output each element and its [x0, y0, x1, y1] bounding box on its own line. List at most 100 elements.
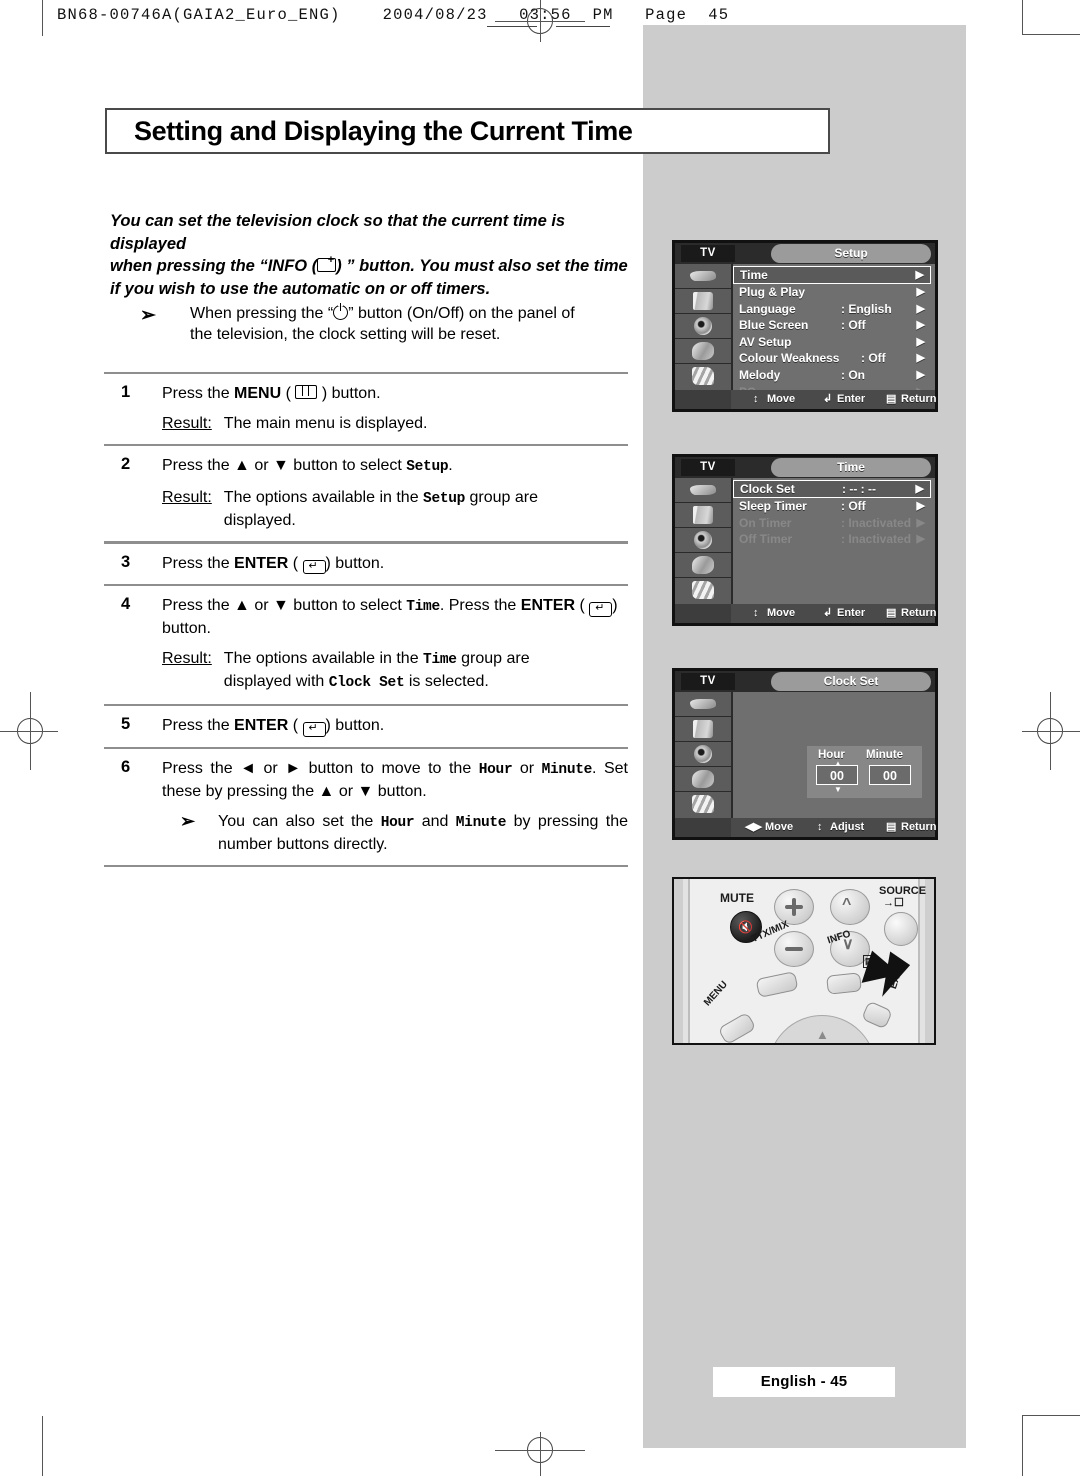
legend-return-icon: ▤: [886, 393, 897, 405]
osd-rows: Clock Set: -- : -- ▶ Sleep Timer: Off ▶ On…: [733, 480, 931, 601]
osd-row-label: Blue Screen: [739, 318, 809, 333]
note-text: When pressing the “ ” button (On/Off) on …: [190, 302, 630, 345]
trim-mark-bottom-left-v: [42, 1416, 44, 1476]
step-text-c: ) button.: [325, 717, 385, 735]
osd-rail-icon-sound: [675, 314, 731, 339]
chevron-right-icon: ▶: [916, 335, 925, 348]
osd-icon-rail: [675, 692, 733, 837]
step-text-b: (: [281, 385, 291, 403]
step-subnote: ➢ You can also set the Hour and Minute b…: [162, 811, 628, 855]
legend-move-icon: ◀▶: [745, 821, 762, 833]
footer-box: English - 45: [713, 1367, 895, 1397]
osd-row-language[interactable]: Language: English ▶: [733, 301, 931, 318]
ttx-mix-button[interactable]: [755, 971, 799, 998]
osd-row-colour-weakness[interactable]: Colour Weakness: Off ▶: [733, 350, 931, 367]
chevron-right-icon: ▶: [916, 368, 925, 381]
step-text-b: (: [288, 717, 299, 735]
osd-row-av-setup[interactable]: AV Setup ▶: [733, 334, 931, 351]
power-button-icon: [333, 302, 349, 320]
page-title-box: Setting and Displaying the Current Time: [105, 108, 830, 154]
legend-enter-label: Enter: [837, 607, 866, 619]
step-text-a: Press the ◄ or ► button to move to the: [162, 760, 479, 778]
osd-row-on-timer[interactable]: On Timer: Inactivated ▶: [733, 515, 931, 532]
tv-icon: [693, 506, 713, 524]
osd-clock-set-menu: TV Clock Set Hour Minute 00 00 ▲ ▼ ◀▶ Mo…: [672, 668, 938, 840]
step-text-a: Press the ▲ or ▼ button to select: [162, 597, 407, 615]
minute-field[interactable]: 00: [869, 765, 911, 785]
chevron-right-icon: ▶: [916, 352, 925, 365]
chevron-right-icon: ▶: [915, 483, 924, 495]
osd-rail-icon-channel: [675, 478, 731, 503]
exit-button[interactable]: [861, 1000, 893, 1030]
legend-enter-icon: ↲: [823, 393, 833, 405]
menu-button-icon: [295, 385, 318, 400]
osd-source-tag: TV: [681, 673, 735, 690]
chevron-right-icon: ▶: [916, 500, 925, 512]
result-label: Result:: [162, 650, 212, 668]
result-text: The options available in the Time group …: [224, 648, 596, 694]
step-text-a: Press the: [162, 554, 235, 572]
osd-row-label: Off Timer: [739, 532, 793, 547]
info-button[interactable]: [826, 972, 862, 995]
antenna-icon: [690, 699, 716, 709]
note-text-c: the television, the clock setting will b…: [190, 326, 501, 343]
hour-field[interactable]: 00: [816, 765, 858, 785]
intro-note: ➢ When pressing the “ ” button (On/Off) o…: [140, 302, 630, 345]
step-item: 6 Press the ◄ or ► button to move to the…: [104, 749, 628, 865]
step-text-c: ) button.: [325, 554, 385, 572]
legend-move-icon: ↕: [753, 607, 759, 619]
remote-body: MUTE 🔇 ^ ∨ SOURCE →☐ MENU TTX/MIX INFO ▤…: [688, 879, 926, 1043]
step-mono-token: Setup: [406, 459, 449, 476]
osd-title: Time: [771, 458, 931, 477]
subnote-mono-token: Hour: [380, 815, 415, 832]
result-mono-token: Time: [423, 652, 457, 669]
osd-row-label: Melody: [739, 367, 781, 382]
step-number: 1: [121, 383, 131, 402]
osd-row-blue-screen[interactable]: Blue Screen: Off ▶: [733, 317, 931, 334]
osd-rail-icon-pc: [675, 578, 731, 602]
osd-rows: Time ▶ Plug & Play ▶ Language: English ▶ Bl…: [733, 266, 931, 399]
intro-line-3: if you wish to use the automatic on or o…: [110, 279, 491, 298]
osd-row-time[interactable]: Time ▶: [733, 266, 931, 284]
osd-clock-body: Hour Minute 00 00 ▲ ▼: [733, 694, 931, 815]
header-meridiem: PM: [592, 6, 614, 24]
menu-button[interactable]: [717, 1011, 757, 1043]
minus-icon: [785, 947, 803, 951]
step-body: Press the ENTER ( ↵) button.: [162, 553, 628, 575]
legend-enter-icon: ↲: [823, 607, 833, 619]
osd-source-tag: TV: [681, 245, 735, 262]
osd-row-label: Language: [739, 301, 796, 316]
step-text-a: Press the: [162, 717, 235, 735]
page-title: Setting and Displaying the Current Time: [134, 116, 633, 146]
osd-rail-icon-channel: [675, 692, 731, 717]
result-text-c: is selected.: [404, 673, 489, 691]
osd-row-label: Clock Set: [740, 482, 795, 496]
result-text-a: The options available in the: [223, 489, 424, 507]
osd-row-off-timer[interactable]: Off Timer: Inactivated ▶: [733, 531, 931, 548]
osd-row-plug-and-play[interactable]: Plug & Play ▶: [733, 284, 931, 301]
osd-icon-rail: [675, 264, 733, 409]
osd-row-value: : Off: [861, 351, 886, 366]
result-mono-token-2: Clock Set: [328, 675, 405, 692]
osd-row-label: On Timer: [739, 515, 792, 530]
chevron-right-icon: ▶: [916, 319, 925, 332]
step-result: Result: The main menu is displayed.: [162, 413, 628, 434]
osd-rail-icon-pc: [675, 792, 731, 816]
osd-row-clock-set[interactable]: Clock Set: -- : -- ▶: [733, 480, 931, 498]
enter-button-icon: ↵: [302, 559, 326, 575]
note-text-b: ” button (On/Off) on the panel of: [348, 305, 575, 322]
osd-row-sleep-timer[interactable]: Sleep Timer: Off ▶: [733, 498, 931, 515]
tv-icon: [693, 292, 713, 310]
footer-text: English - 45: [760, 1373, 848, 1390]
osd-row-label: AV Setup: [739, 334, 792, 349]
mute-label: MUTE: [720, 891, 754, 905]
osd-rail-icon-picture: [675, 289, 731, 314]
setup-icon: [692, 770, 714, 788]
legend-move-label: Move: [767, 393, 796, 405]
osd-legend: ◀▶ Move ↕ Adjust ▤ Return: [731, 818, 936, 837]
step-result: Result: The options available in the Setu…: [162, 487, 628, 531]
source-icon: →☐: [883, 897, 904, 909]
osd-title: Clock Set: [771, 672, 931, 691]
osd-row-melody[interactable]: Melody: On ▶: [733, 367, 931, 384]
source-button[interactable]: [884, 912, 918, 946]
